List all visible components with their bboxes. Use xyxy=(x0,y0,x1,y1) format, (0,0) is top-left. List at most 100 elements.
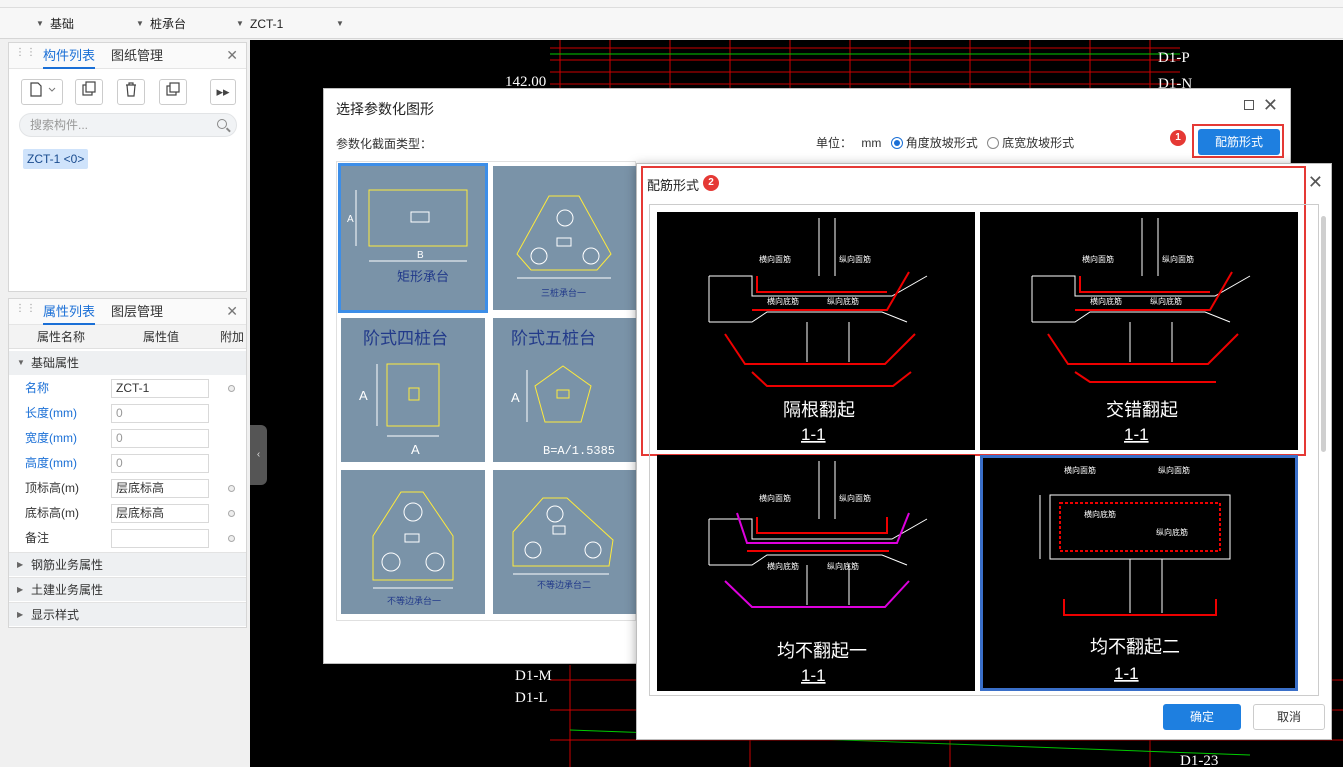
group-rebar[interactable]: ▶ 钢筋业务属性 xyxy=(9,552,246,576)
new-file-icon xyxy=(30,82,56,97)
tab-component-list[interactable]: 构件列表 xyxy=(43,43,96,69)
close-icon[interactable]: ✕ xyxy=(1263,95,1278,116)
cancel-button[interactable]: 取消 xyxy=(1253,704,1325,730)
dim-label: A xyxy=(511,390,520,405)
component-search-input[interactable]: 搜索构件... xyxy=(19,113,237,137)
section-mark: 1-1 xyxy=(801,425,826,444)
property-value[interactable]: 层底标高 xyxy=(111,479,209,498)
unit-label: 单位： xyxy=(816,136,853,150)
component-type-dropdown[interactable]: 桩承台 xyxy=(150,13,186,35)
copy-icon xyxy=(82,81,96,96)
close-icon[interactable]: ✕ xyxy=(226,47,238,64)
section-mark: 1-1 xyxy=(1124,425,1149,444)
pentagon-shape-icon: 阶式五桩台 A B=A/1.5385 xyxy=(511,329,615,458)
double-arrow-icon: ▸▸ xyxy=(216,84,230,99)
floor-type-dropdown[interactable]: 基础 xyxy=(50,13,74,35)
shape-stepped-five-pile[interactable]: 阶式五桩台 A B=A/1.5385 xyxy=(493,318,637,462)
component-dropdown[interactable]: ZCT-1 xyxy=(250,13,283,35)
dim-label: A xyxy=(359,388,368,403)
table-row: 名称 ZCT-1 xyxy=(9,376,246,401)
radio-angle-slope[interactable] xyxy=(890,137,903,149)
grip-icon[interactable]: ⋮⋮ xyxy=(15,48,36,63)
tab-property-list[interactable]: 属性列表 xyxy=(43,299,96,325)
trash-icon xyxy=(126,82,136,97)
shape-rect-cap[interactable]: A B 矩形承台 xyxy=(338,163,488,313)
shape-unequal-cap-one[interactable]: 不等边承台一 xyxy=(341,470,485,614)
rebar-option-alternate-bend[interactable]: 横向面筋 纵向面筋 横向底筋 纵向底筋 隔根翻起 1-1 xyxy=(657,212,975,450)
more-button[interactable]: ▸▸ xyxy=(210,79,236,105)
grip-icon[interactable]: ⋮⋮ xyxy=(15,304,36,319)
shape-label: 三桩承台一 xyxy=(541,287,586,298)
canvas-label: D1-L xyxy=(515,690,548,706)
list-item[interactable]: ZCT-1 <0> xyxy=(23,149,89,169)
rebar-option-staggered-bend[interactable]: 横向面筋 纵向面筋 横向底筋 纵向底筋 交错翻起 1-1 xyxy=(980,212,1298,450)
panel-collapse-handle[interactable]: ‹ xyxy=(250,425,267,485)
property-value[interactable]: 0 xyxy=(111,454,209,473)
dim-label: B=A/1.5385 xyxy=(543,444,615,458)
toolbar: ▼ 基础 ▼ 桩承台 ▼ ZCT-1 ▼ xyxy=(0,8,1343,39)
scrollbar[interactable] xyxy=(1321,216,1326,452)
copy-button[interactable] xyxy=(75,79,103,105)
delete-button[interactable] xyxy=(117,79,145,105)
section-type-label: 参数化截面类型： xyxy=(336,137,433,151)
search-icon[interactable] xyxy=(217,119,227,129)
radio-width-slope[interactable] xyxy=(987,137,1000,149)
group-basic[interactable]: ▼ 基础属性 xyxy=(9,351,246,375)
table-row: 高度(mm) 0 xyxy=(9,451,246,476)
attach-checkbox[interactable] xyxy=(228,485,235,492)
layer-copy-button[interactable] xyxy=(159,79,187,105)
attach-checkbox[interactable] xyxy=(228,510,235,517)
rebar-option-no-bend-one[interactable]: 横向面筋 纵向面筋 横向底筋 纵向底筋 均不翻起一 1-1 xyxy=(657,455,975,691)
close-icon[interactable]: ✕ xyxy=(226,303,238,320)
ok-button[interactable]: 确定 xyxy=(1163,704,1241,730)
radio-label: 角度放坡形式 xyxy=(905,136,978,150)
expand-icon: ▶ xyxy=(17,560,24,569)
hexagon-shape-icon: 不等边承台一 xyxy=(372,491,454,606)
maximize-icon[interactable] xyxy=(1244,100,1254,110)
property-value[interactable]: 0 xyxy=(111,429,209,448)
property-name: 备注 xyxy=(25,531,50,545)
expand-icon: ▶ xyxy=(17,585,24,594)
property-name: 底标高(m) xyxy=(25,506,79,520)
property-value[interactable]: 层底标高 xyxy=(111,504,209,523)
shape-label: 阶式五桩台 xyxy=(511,329,596,348)
group-label: 土建业务属性 xyxy=(31,583,104,597)
property-value[interactable] xyxy=(111,529,209,548)
property-name: 长度(mm) xyxy=(25,406,77,420)
option-title: 隔根翻起 xyxy=(783,400,855,420)
section-mark: 1-1 xyxy=(1114,664,1139,683)
triangle-shape-icon: 三桩承台一 xyxy=(516,195,612,298)
canvas-label: D1-23 xyxy=(1180,753,1218,767)
property-value[interactable]: ZCT-1 xyxy=(111,379,209,398)
tab-layer-manage[interactable]: 图层管理 xyxy=(111,299,163,325)
attach-checkbox[interactable] xyxy=(228,385,235,392)
chevron-left-icon: ‹ xyxy=(256,449,261,460)
rebar-label: 横向底筋 xyxy=(1090,296,1122,306)
canvas-label: D1-P xyxy=(1158,50,1190,66)
chevron-down-icon: ▼ xyxy=(236,19,244,28)
attach-checkbox[interactable] xyxy=(228,535,235,542)
rebar-label: 横向面筋 xyxy=(1064,465,1096,475)
new-component-button[interactable] xyxy=(21,79,63,105)
shape-stepped-four-pile[interactable]: 阶式四桩台 A A xyxy=(341,318,485,462)
property-table-header: 属性名称 属性值 附加 xyxy=(9,325,246,349)
rebar-label: 纵向面筋 xyxy=(1162,254,1194,264)
rebar-label: 纵向底筋 xyxy=(1156,527,1188,537)
rebar-form-dialog: 配筋形式 2 ✕ 横向面筋 纵向面筋 横向底筋 纵向底筋 隔根翻起 1-1 横向… xyxy=(636,163,1332,740)
property-name: 宽度(mm) xyxy=(25,431,77,445)
shape-three-pile-cap[interactable]: 三桩承台一 xyxy=(493,166,637,310)
layers-icon xyxy=(166,82,180,96)
group-civil[interactable]: ▶ 土建业务属性 xyxy=(9,577,246,601)
shape-unequal-cap-two[interactable]: 不等边承台二 xyxy=(493,470,637,614)
tab-drawing-manage[interactable]: 图纸管理 xyxy=(111,43,163,69)
group-label: 显示样式 xyxy=(31,608,80,622)
table-row: 长度(mm) 0 xyxy=(9,401,246,426)
canvas-label: D1-M xyxy=(515,668,552,684)
property-value[interactable]: 0 xyxy=(111,404,209,423)
unit-value: mm xyxy=(861,136,882,150)
close-icon[interactable]: ✕ xyxy=(1308,172,1323,193)
rebar-option-no-bend-two[interactable]: 横向面筋 纵向面筋 横向底筋 纵向底筋 均不翻起二 1-1 xyxy=(980,455,1298,691)
group-display[interactable]: ▶ 显示样式 xyxy=(9,602,246,626)
chevron-down-icon: ▼ xyxy=(136,19,144,28)
dialog-title: 选择参数化图形 xyxy=(336,101,434,117)
